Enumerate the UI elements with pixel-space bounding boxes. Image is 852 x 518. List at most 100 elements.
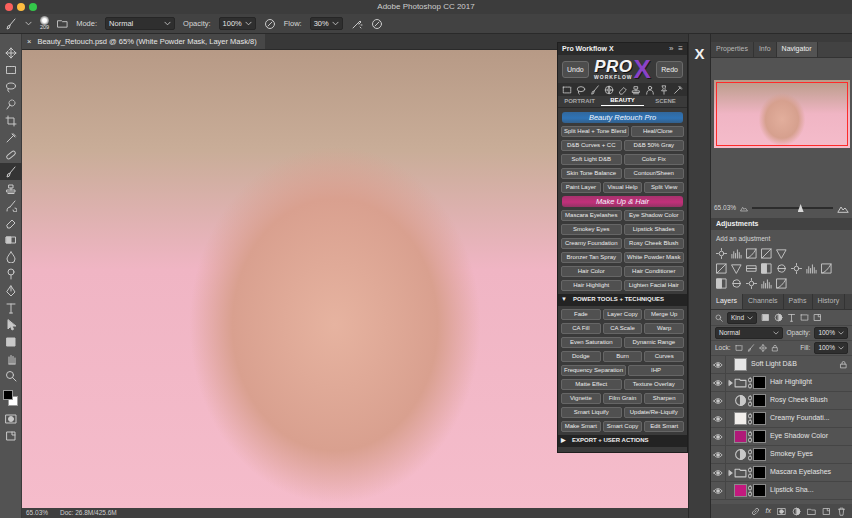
action-button[interactable]: Creamy Foundation xyxy=(561,238,622,249)
status-zoom[interactable]: 65.03% xyxy=(26,509,48,517)
globe-icon[interactable] xyxy=(604,85,614,95)
tool-button[interactable] xyxy=(0,78,22,95)
layer-row[interactable]: Smokey Eyes xyxy=(711,446,852,464)
quick-mask-button[interactable] xyxy=(0,410,22,427)
action-button[interactable]: Dynamic Range xyxy=(624,337,685,348)
panel-tab[interactable]: Properties xyxy=(711,42,754,57)
action-button[interactable]: D&B 50% Gray xyxy=(624,140,685,151)
marquee-filter-icon[interactable] xyxy=(800,313,809,322)
mask-icon[interactable] xyxy=(777,507,786,516)
action-button[interactable]: Edit Smart xyxy=(644,421,684,432)
marquee-lock-icon[interactable] xyxy=(735,344,743,352)
action-button[interactable]: Smokey Eyes xyxy=(561,224,622,235)
move-lock-icon[interactable] xyxy=(759,344,767,352)
action-button[interactable]: Mascara Eyelashes xyxy=(561,210,622,221)
pro-workflow-launcher[interactable]: X xyxy=(694,46,704,61)
panel-tab[interactable]: PORTRAIT xyxy=(558,98,601,105)
action-button[interactable]: Dodge xyxy=(561,351,601,362)
layer-mask-thumbnail[interactable] xyxy=(753,394,766,407)
levels-adjustment-icon[interactable] xyxy=(761,278,772,289)
person-icon[interactable] xyxy=(645,85,655,95)
action-button[interactable]: Merge Up xyxy=(644,309,684,320)
tool-button[interactable] xyxy=(0,180,22,197)
view-box[interactable] xyxy=(716,82,848,146)
layer-thumbnail[interactable] xyxy=(734,430,747,443)
layer-row[interactable]: Soft Light D&B xyxy=(711,356,852,374)
action-button[interactable]: Visual Help xyxy=(603,182,643,193)
panel-menu-button[interactable]: ≡ xyxy=(678,44,683,54)
layer-mask-thumbnail[interactable] xyxy=(753,466,766,479)
airbrush-icon[interactable] xyxy=(351,18,363,30)
undo-button[interactable]: Undo xyxy=(562,61,589,78)
filter-adjustment-icon[interactable] xyxy=(776,263,787,274)
sun-adjustment-icon[interactable] xyxy=(791,263,802,274)
action-button[interactable]: Curves xyxy=(644,351,684,362)
action-button[interactable]: Film Grain xyxy=(603,393,643,404)
action-button[interactable]: Frequency Separation xyxy=(561,365,626,376)
brush-icon[interactable] xyxy=(590,85,600,95)
filter-kind-dropdown[interactable]: Kind xyxy=(727,312,757,324)
section-header[interactable]: ▶EXPORT + USER ACTIONS xyxy=(558,435,687,447)
stamp-icon[interactable] xyxy=(631,85,641,95)
visibility-toggle[interactable] xyxy=(711,464,726,481)
layer-mask-thumbnail[interactable] xyxy=(753,448,766,461)
dropper-icon[interactable] xyxy=(673,85,683,95)
panel-tab[interactable]: Channels xyxy=(743,294,784,309)
zoom-out-icon[interactable] xyxy=(740,204,748,212)
redo-button[interactable]: Redo xyxy=(656,61,683,78)
tool-button[interactable] xyxy=(0,44,22,61)
action-button[interactable]: Hair Color xyxy=(561,266,622,277)
tool-button[interactable] xyxy=(0,333,22,350)
tool-button[interactable] xyxy=(0,299,22,316)
brush-tool-icon[interactable] xyxy=(5,18,17,30)
layer-name[interactable]: Mascara Eyelashes xyxy=(766,468,848,476)
layer-expander[interactable] xyxy=(726,379,734,387)
exposure-adjustment-icon[interactable] xyxy=(716,263,727,274)
panel-tab[interactable]: Info xyxy=(754,42,777,57)
layer-row[interactable]: Mascara Eyelashes xyxy=(711,464,852,482)
panel-tab[interactable]: Paths xyxy=(784,294,813,309)
zoom-slider-thumb[interactable] xyxy=(798,204,804,212)
visibility-toggle[interactable] xyxy=(711,482,726,499)
navigator-zoom[interactable]: 65.03% xyxy=(714,204,736,212)
zoom-in-icon[interactable] xyxy=(837,202,849,214)
exposure-adjustment-icon[interactable] xyxy=(761,248,772,259)
action-button[interactable]: Burn xyxy=(603,351,643,362)
action-button[interactable]: CA Scale xyxy=(603,323,643,334)
visibility-toggle[interactable] xyxy=(711,392,726,409)
vibrance-adjustment-icon[interactable] xyxy=(731,263,742,274)
collapse-button[interactable]: » xyxy=(669,44,673,54)
action-button[interactable]: Warp xyxy=(644,323,684,334)
window-control-button[interactable] xyxy=(17,3,25,11)
action-button[interactable]: Sharpen xyxy=(644,393,684,404)
panel-tab[interactable]: Navigator xyxy=(777,42,818,57)
tool-button[interactable] xyxy=(0,231,22,248)
document-tab[interactable]: ×Beauty_Retouch.psd @ 65% (White Powder … xyxy=(22,34,265,49)
action-button[interactable]: Color Fix xyxy=(624,154,685,165)
tool-preset-caret-icon[interactable] xyxy=(25,20,32,27)
type-filter-icon[interactable] xyxy=(787,313,796,322)
blend-mode-dropdown[interactable]: Normal xyxy=(715,327,783,339)
action-button[interactable]: Hair Conditioner xyxy=(624,266,685,277)
action-button[interactable]: Layer Copy xyxy=(603,309,643,320)
tool-button[interactable] xyxy=(0,163,22,180)
action-button[interactable]: Hair Highlight xyxy=(561,280,622,291)
fill-field[interactable]: 100% xyxy=(814,342,848,354)
curves-adjustment-icon[interactable] xyxy=(746,248,757,259)
action-button[interactable]: Rosy Cheek Blush xyxy=(624,238,685,249)
action-button[interactable]: IHP xyxy=(628,365,684,376)
screen-mode-button[interactable] xyxy=(0,427,22,444)
layer-name[interactable]: Creamy Foundati... xyxy=(766,414,848,422)
action-button[interactable]: Texture Overlay xyxy=(624,379,685,390)
action-button[interactable]: Split View xyxy=(644,182,684,193)
tool-button[interactable] xyxy=(0,282,22,299)
window-control-button[interactable] xyxy=(5,3,13,11)
action-button[interactable]: Make Smart xyxy=(561,421,601,432)
action-button[interactable]: Smart Liquify xyxy=(561,407,622,418)
levels-adjustment-icon[interactable] xyxy=(806,263,817,274)
layer-mask-thumbnail[interactable] xyxy=(753,376,766,389)
layer-name[interactable]: Soft Light D&B xyxy=(747,360,839,368)
levels-adjustment-icon[interactable] xyxy=(731,248,742,259)
layer-opacity-field[interactable]: 100% xyxy=(814,327,848,339)
tool-button[interactable] xyxy=(0,248,22,265)
